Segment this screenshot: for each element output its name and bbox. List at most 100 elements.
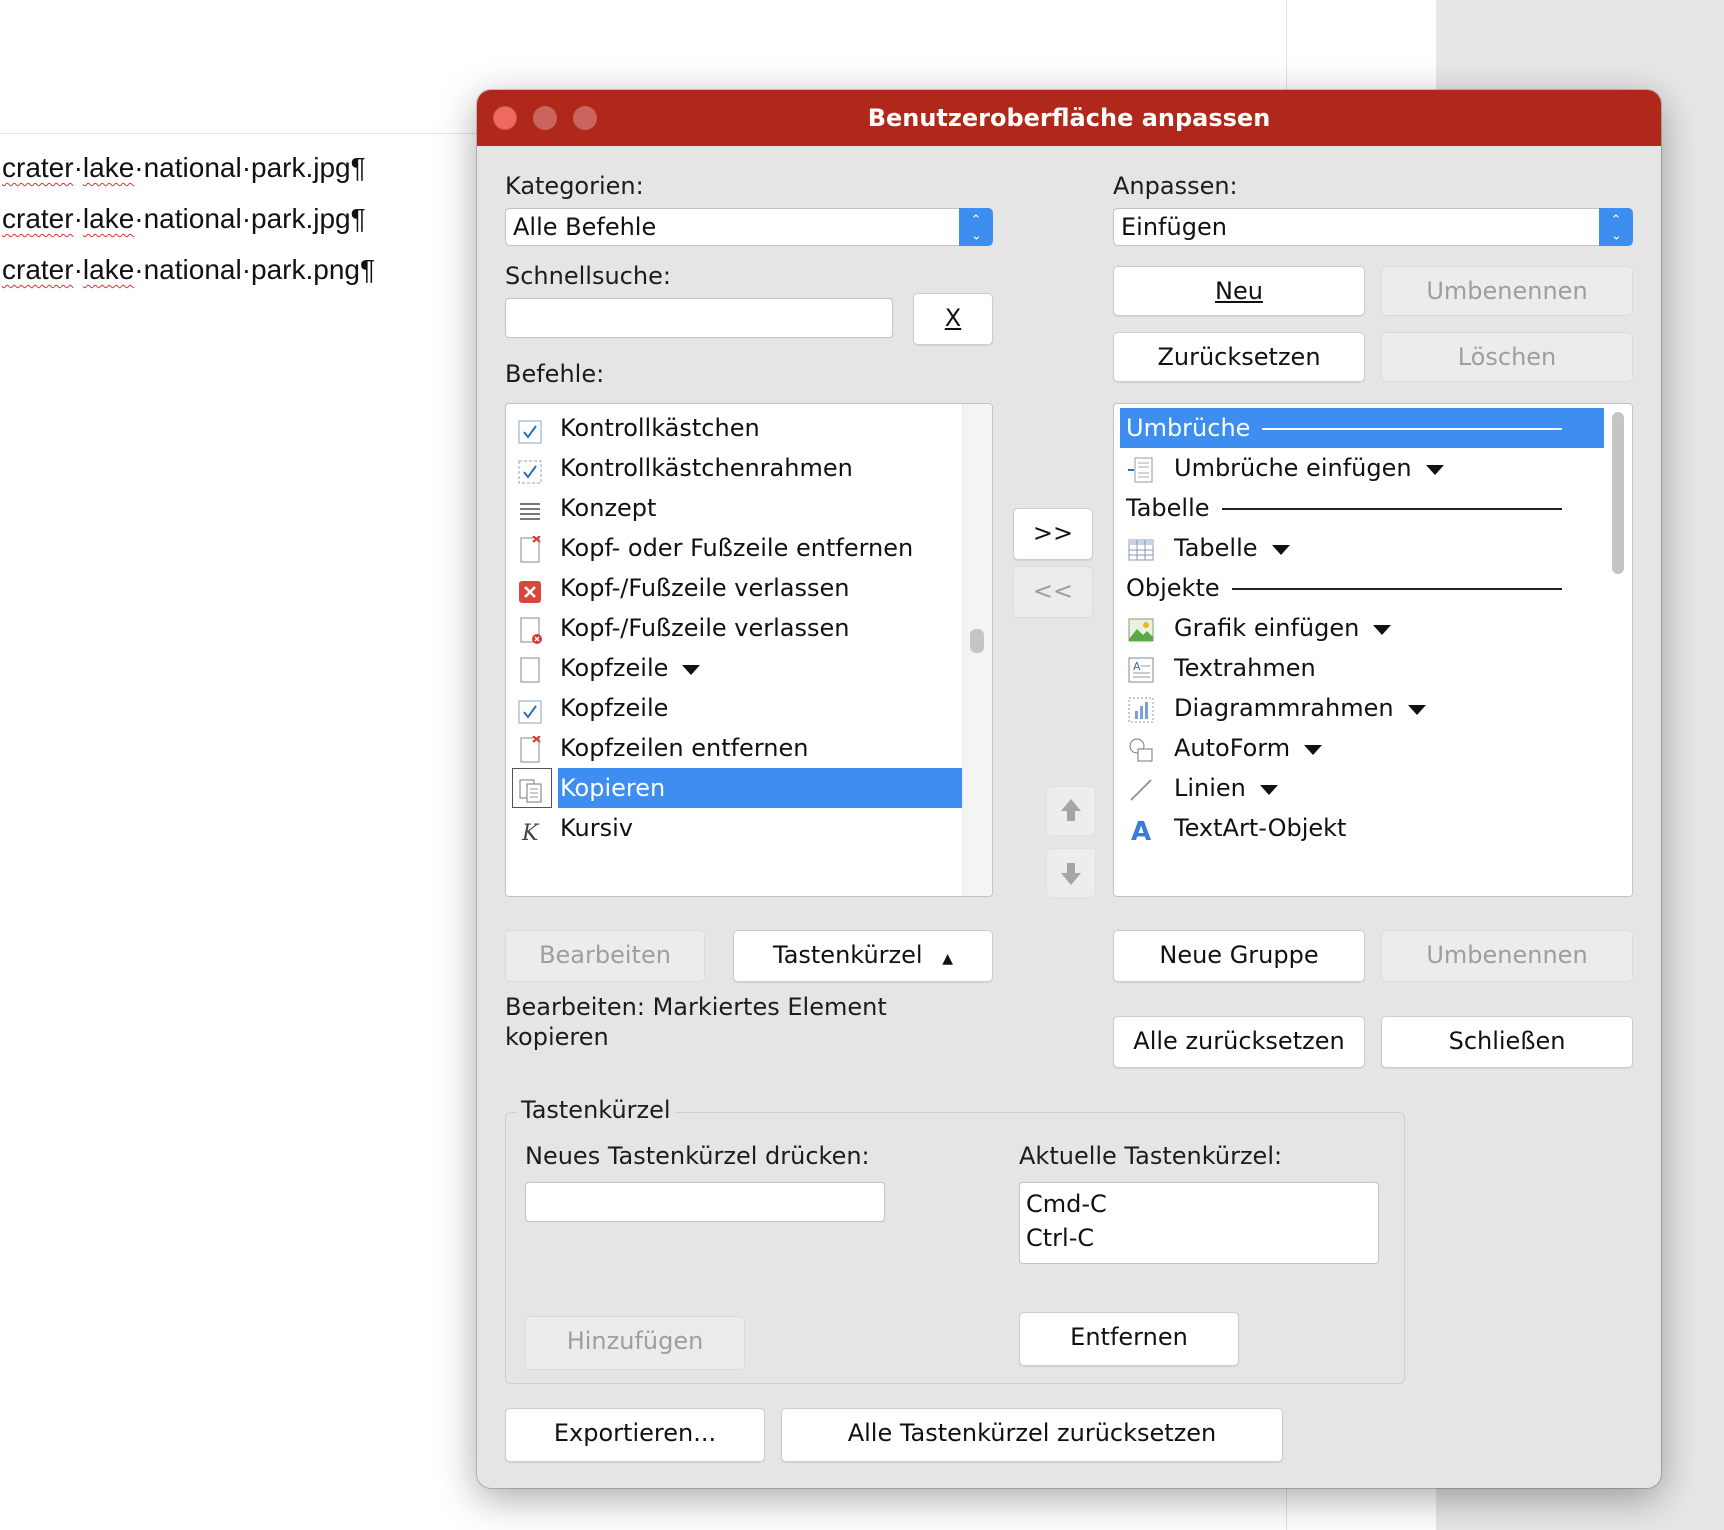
document-line[interactable]: crater·lake·national·park.jpg¶: [2, 203, 366, 235]
menu-entry-label: AutoForm: [1174, 734, 1291, 762]
command-label: Kopfzeilen entfernen: [560, 734, 809, 762]
shapes-icon: [1128, 735, 1154, 762]
menu-entry[interactable]: Grafik einfügen: [1120, 608, 1604, 648]
move-up-button[interactable]: [1046, 786, 1096, 836]
command-item[interactable]: Kopfzeilen entfernen: [512, 728, 964, 768]
reset-all-button[interactable]: Alle zurücksetzen: [1113, 1016, 1365, 1068]
clear-search-button[interactable]: X: [913, 293, 993, 345]
dropdown-caret-icon: [682, 665, 700, 675]
copy-icon: [518, 776, 542, 803]
menu-entries-list[interactable]: Umbrüche Umbrüche einfügen Tabelle Tabelle O…: [1113, 403, 1633, 897]
command-label: Kopf-/Fußzeile verlassen: [560, 574, 850, 602]
add-shortcut-button[interactable]: Hinzufügen: [525, 1316, 745, 1370]
page-close-icon: [518, 616, 542, 644]
menu-entry[interactable]: AutoForm: [1120, 728, 1604, 768]
current-shortcuts-label: Aktuelle Tastenkürzel:: [1019, 1142, 1283, 1170]
menu-entry[interactable]: Tabelle: [1120, 528, 1604, 568]
updown-chevron-icon: ⌃ ⌃: [959, 208, 993, 246]
line-text: ·national·park.jpg¶: [134, 152, 366, 183]
close-window-button[interactable]: [493, 106, 517, 130]
dropdown-caret-icon: [1272, 545, 1290, 555]
categories-label: Kategorien:: [505, 172, 644, 200]
shortcut-toggle-label: Tastenkürzel: [773, 941, 923, 969]
line-text: ·national·park.png¶: [134, 254, 376, 285]
menu-separator-heading[interactable]: Objekte: [1120, 568, 1604, 608]
zoom-window-button[interactable]: [573, 106, 597, 130]
quicksearch-input[interactable]: [505, 298, 893, 338]
misspelled-word: crater: [2, 203, 74, 234]
commands-scrollbar[interactable]: [962, 404, 992, 896]
rename-menu-button[interactable]: Umbenennen: [1381, 266, 1633, 316]
menu-entry[interactable]: A TextArt-Objekt: [1120, 808, 1604, 848]
document-line[interactable]: crater·lake·national·park.jpg¶: [2, 152, 366, 184]
menu-entry[interactable]: A Textrahmen: [1120, 648, 1604, 688]
remove-header-icon: [518, 735, 542, 763]
scroll-thumb[interactable]: [1612, 412, 1624, 574]
export-button[interactable]: Exportieren...: [505, 1408, 765, 1462]
menu-entry-label: Linien: [1174, 774, 1246, 802]
command-item[interactable]: Kopfzeile: [512, 688, 964, 728]
rename-group-button[interactable]: Umbenennen: [1381, 930, 1633, 982]
dropdown-caret-icon: [1373, 625, 1391, 635]
table-icon: [1128, 535, 1154, 561]
dropdown-caret-icon: [1426, 465, 1444, 475]
shortcut-item[interactable]: Ctrl-C: [1026, 1221, 1372, 1255]
add-command-button[interactable]: >>: [1013, 508, 1093, 560]
new-group-button[interactable]: Neue Gruppe: [1113, 930, 1365, 982]
command-item[interactable]: K Kursiv: [512, 808, 964, 848]
command-item[interactable]: Kopf- oder Fußzeile entfernen: [512, 528, 964, 568]
customize-value: Einfügen: [1121, 213, 1227, 241]
misspelled-word: lake: [82, 254, 135, 285]
dialog-titlebar[interactable]: Benutzeroberfläche anpassen: [477, 90, 1661, 146]
svg-text:A: A: [1131, 817, 1151, 843]
command-item[interactable]: Kontrollkästchenrahmen: [512, 448, 964, 488]
close-dialog-button[interactable]: Schließen: [1381, 1016, 1633, 1068]
image-icon: [1128, 615, 1154, 642]
shortcut-item[interactable]: Cmd-C: [1026, 1187, 1372, 1221]
current-shortcuts-list[interactable]: Cmd-C Ctrl-C: [1019, 1182, 1379, 1264]
menu-separator-heading[interactable]: Tabelle: [1120, 488, 1604, 528]
categories-select[interactable]: Alle Befehle ⌃ ⌃: [505, 208, 993, 246]
separator-rule: [1262, 428, 1562, 430]
command-label: Kontrollkästchen: [560, 414, 760, 442]
edit-button[interactable]: Bearbeiten: [505, 930, 705, 982]
menu-entry[interactable]: Diagrammrahmen: [1120, 688, 1604, 728]
minimize-window-button[interactable]: [533, 106, 557, 130]
menu-entry-label: Diagrammrahmen: [1174, 694, 1394, 722]
command-item[interactable]: Kopieren: [512, 768, 964, 808]
line-text: ·national·park.jpg¶: [134, 203, 366, 234]
commands-label: Befehle:: [505, 360, 605, 388]
command-item[interactable]: Konzept: [512, 488, 964, 528]
menu-entry-label: Tabelle: [1174, 534, 1258, 562]
menu-entry-label: Umbrüche: [1126, 414, 1251, 442]
menu-entry[interactable]: Linien: [1120, 768, 1604, 808]
checkbox-icon: [518, 696, 542, 724]
page-icon: [518, 656, 542, 683]
menu-entry[interactable]: Umbrüche einfügen: [1120, 448, 1604, 488]
remove-shortcut-button[interactable]: Entfernen: [1019, 1312, 1239, 1366]
new-menu-button[interactable]: Neu: [1113, 266, 1365, 316]
command-label: Kopfzeile: [560, 654, 669, 682]
document-line[interactable]: crater·lake·national·park.png¶: [2, 254, 375, 286]
shortcut-toggle-button[interactable]: Tastenkürzel ▲: [733, 930, 993, 982]
scroll-thumb[interactable]: [970, 629, 984, 653]
text-frame-icon: A: [1128, 655, 1154, 683]
command-item[interactable]: Kopf-/Fußzeile verlassen: [512, 608, 964, 648]
reset-shortcuts-button[interactable]: Alle Tastenkürzel zurücksetzen: [781, 1408, 1283, 1462]
commands-list[interactable]: Kontrollkästchen Kontrollkästchenrahmen Ko…: [505, 403, 993, 897]
checkbox-icon: [518, 416, 542, 444]
remove-command-button[interactable]: <<: [1013, 566, 1093, 618]
command-item[interactable]: Kontrollkästchen: [512, 408, 964, 448]
checkbox-frame-icon: [518, 456, 542, 484]
menu-separator-heading[interactable]: Umbrüche: [1120, 408, 1604, 448]
customize-select[interactable]: Einfügen ⌃ ⌃: [1113, 208, 1633, 246]
reset-menu-button[interactable]: Zurücksetzen: [1113, 332, 1365, 382]
menu-entry-label: Tabelle: [1126, 494, 1210, 522]
move-down-button[interactable]: [1046, 848, 1096, 898]
dropdown-caret-icon: [1260, 785, 1278, 795]
command-item[interactable]: Kopf-/Fußzeile verlassen: [512, 568, 964, 608]
new-shortcut-input[interactable]: [525, 1182, 885, 1222]
delete-menu-button[interactable]: Löschen: [1381, 332, 1633, 382]
menu-scrollbar[interactable]: [1604, 404, 1632, 896]
command-item[interactable]: Kopfzeile: [512, 648, 964, 688]
